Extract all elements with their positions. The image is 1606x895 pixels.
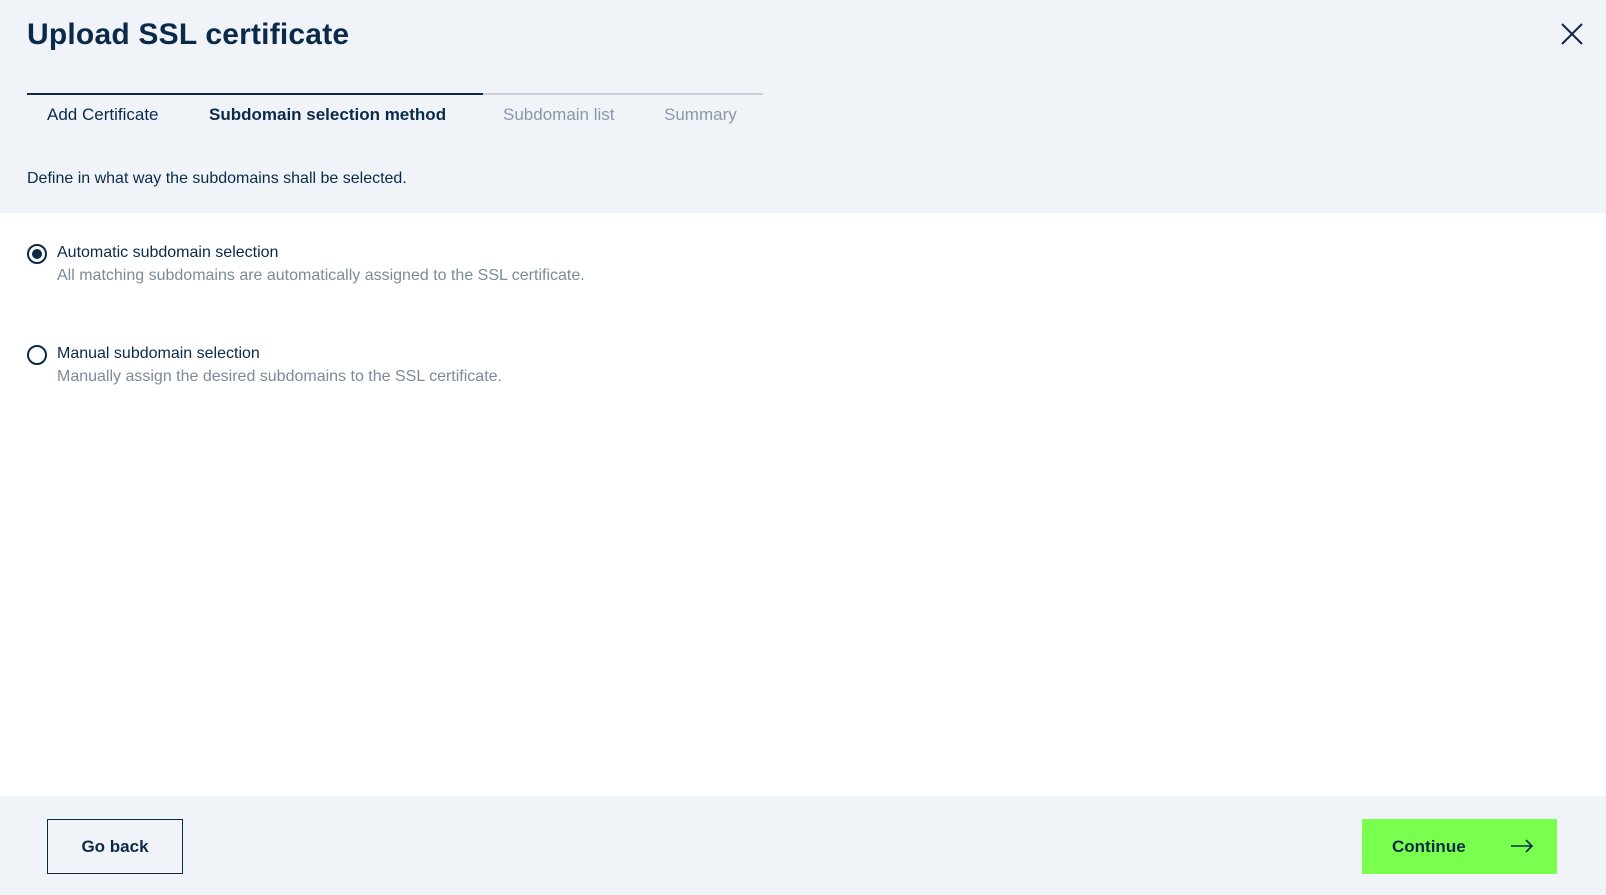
step-subdomain-selection-method[interactable]: Subdomain selection method [209, 105, 446, 125]
continue-label: Continue [1392, 837, 1466, 856]
option-description: All matching subdomains are automaticall… [57, 267, 585, 284]
radio-selected-dot [32, 249, 42, 259]
stepper: Add Certificate Subdomain selection meth… [27, 93, 763, 139]
step-summary: Summary [664, 105, 737, 124]
page-title: Upload SSL certificate [27, 18, 350, 51]
step-subdomain-list: Subdomain list [503, 105, 615, 124]
option-label[interactable]: Automatic subdomain selection [57, 244, 278, 262]
option-description: Manually assign the desired subdomains t… [57, 368, 502, 385]
intro-text: Define in what way the subdomains shall … [27, 170, 407, 187]
option-label[interactable]: Manual subdomain selection [57, 345, 260, 363]
dialog-header: Upload SSL certificate Add Certificate S… [0, 0, 1606, 213]
close-icon [1561, 23, 1583, 45]
go-back-button[interactable]: Go back [47, 819, 183, 874]
stepper-progress [27, 93, 483, 95]
radio-automatic[interactable] [27, 244, 47, 264]
arrow-right-icon [1511, 839, 1534, 853]
step-add-certificate[interactable]: Add Certificate [47, 105, 159, 125]
continue-button[interactable]: Continue [1362, 819, 1557, 874]
close-button[interactable] [1558, 20, 1586, 48]
dialog-footer: Go back Continue [0, 796, 1606, 895]
radio-manual[interactable] [27, 345, 47, 365]
